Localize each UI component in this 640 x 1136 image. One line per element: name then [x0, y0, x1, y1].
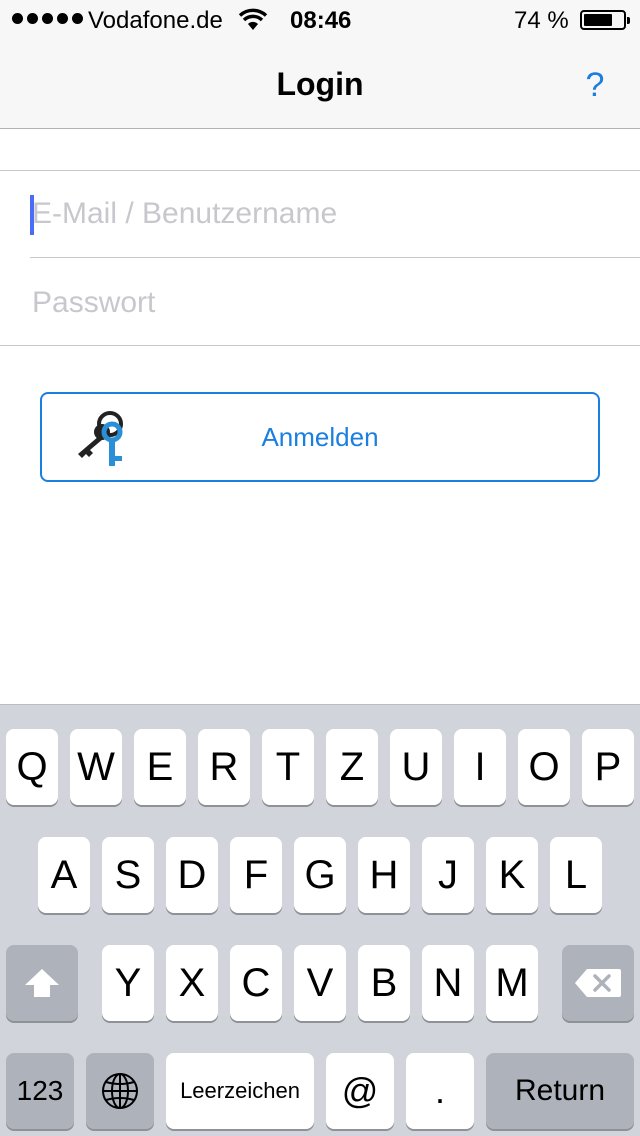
space-key[interactable]: Leerzeichen	[166, 1053, 314, 1129]
globe-icon	[102, 1073, 138, 1109]
login-screen: Vodafone.de 08:46 74 % Login ? E-Mail / …	[0, 0, 640, 1136]
key-l[interactable]: L	[550, 837, 602, 913]
return-key[interactable]: Return	[486, 1053, 634, 1129]
login-button-label: Anmelden	[261, 422, 379, 452]
carrier-name: Vodafone.de	[88, 7, 223, 34]
login-button[interactable]: Anmelden	[40, 392, 600, 482]
key-c[interactable]: C	[230, 945, 282, 1021]
key-i[interactable]: I	[454, 729, 506, 805]
help-button[interactable]: ?	[580, 66, 610, 105]
shift-key[interactable]	[6, 945, 78, 1021]
at-key[interactable]: @	[326, 1053, 394, 1129]
key-r[interactable]: R	[198, 729, 250, 805]
dot-key[interactable]: .	[406, 1053, 474, 1129]
key-b[interactable]: B	[358, 945, 410, 1021]
password-field-row	[30, 259, 640, 346]
navigation-bar: Login ?	[0, 40, 640, 129]
key-p[interactable]: P	[582, 729, 634, 805]
key-w[interactable]: W	[70, 729, 122, 805]
key-z[interactable]: Z	[326, 729, 378, 805]
key-m[interactable]: M	[486, 945, 538, 1021]
key-a[interactable]: A	[38, 837, 90, 913]
login-form	[0, 170, 640, 346]
password-input[interactable]	[30, 259, 640, 346]
key-g[interactable]: G	[294, 837, 346, 913]
keyboard: Q W E R T Z U I O P A S D F G H J K L Y …	[0, 704, 640, 1136]
page-title: Login	[276, 66, 364, 102]
globe-key[interactable]	[86, 1053, 154, 1129]
key-e[interactable]: E	[134, 729, 186, 805]
wifi-icon	[238, 8, 268, 30]
key-t[interactable]: T	[262, 729, 314, 805]
key-o[interactable]: O	[518, 729, 570, 805]
numbers-key[interactable]: 123	[6, 1053, 74, 1129]
status-bar: Vodafone.de 08:46 74 %	[0, 0, 640, 40]
key-f[interactable]: F	[230, 837, 282, 913]
backspace-icon	[575, 969, 621, 997]
key-u[interactable]: U	[390, 729, 442, 805]
key-v[interactable]: V	[294, 945, 346, 1021]
key-n[interactable]: N	[422, 945, 474, 1021]
key-j[interactable]: J	[422, 837, 474, 913]
key-s[interactable]: S	[102, 837, 154, 913]
text-caret	[30, 195, 34, 235]
signal-strength-icon	[12, 13, 83, 24]
shift-icon	[25, 969, 59, 997]
email-field-row	[30, 171, 640, 258]
key-h[interactable]: H	[358, 837, 410, 913]
status-time: 08:46	[290, 7, 352, 34]
key-d[interactable]: D	[166, 837, 218, 913]
email-input[interactable]	[30, 171, 640, 257]
battery-icon	[580, 10, 630, 30]
key-y[interactable]: Y	[102, 945, 154, 1021]
key-q[interactable]: Q	[6, 729, 58, 805]
key-x[interactable]: X	[166, 945, 218, 1021]
key-k[interactable]: K	[486, 837, 538, 913]
backspace-key[interactable]	[562, 945, 634, 1021]
battery-percent: 74 %	[514, 7, 569, 34]
